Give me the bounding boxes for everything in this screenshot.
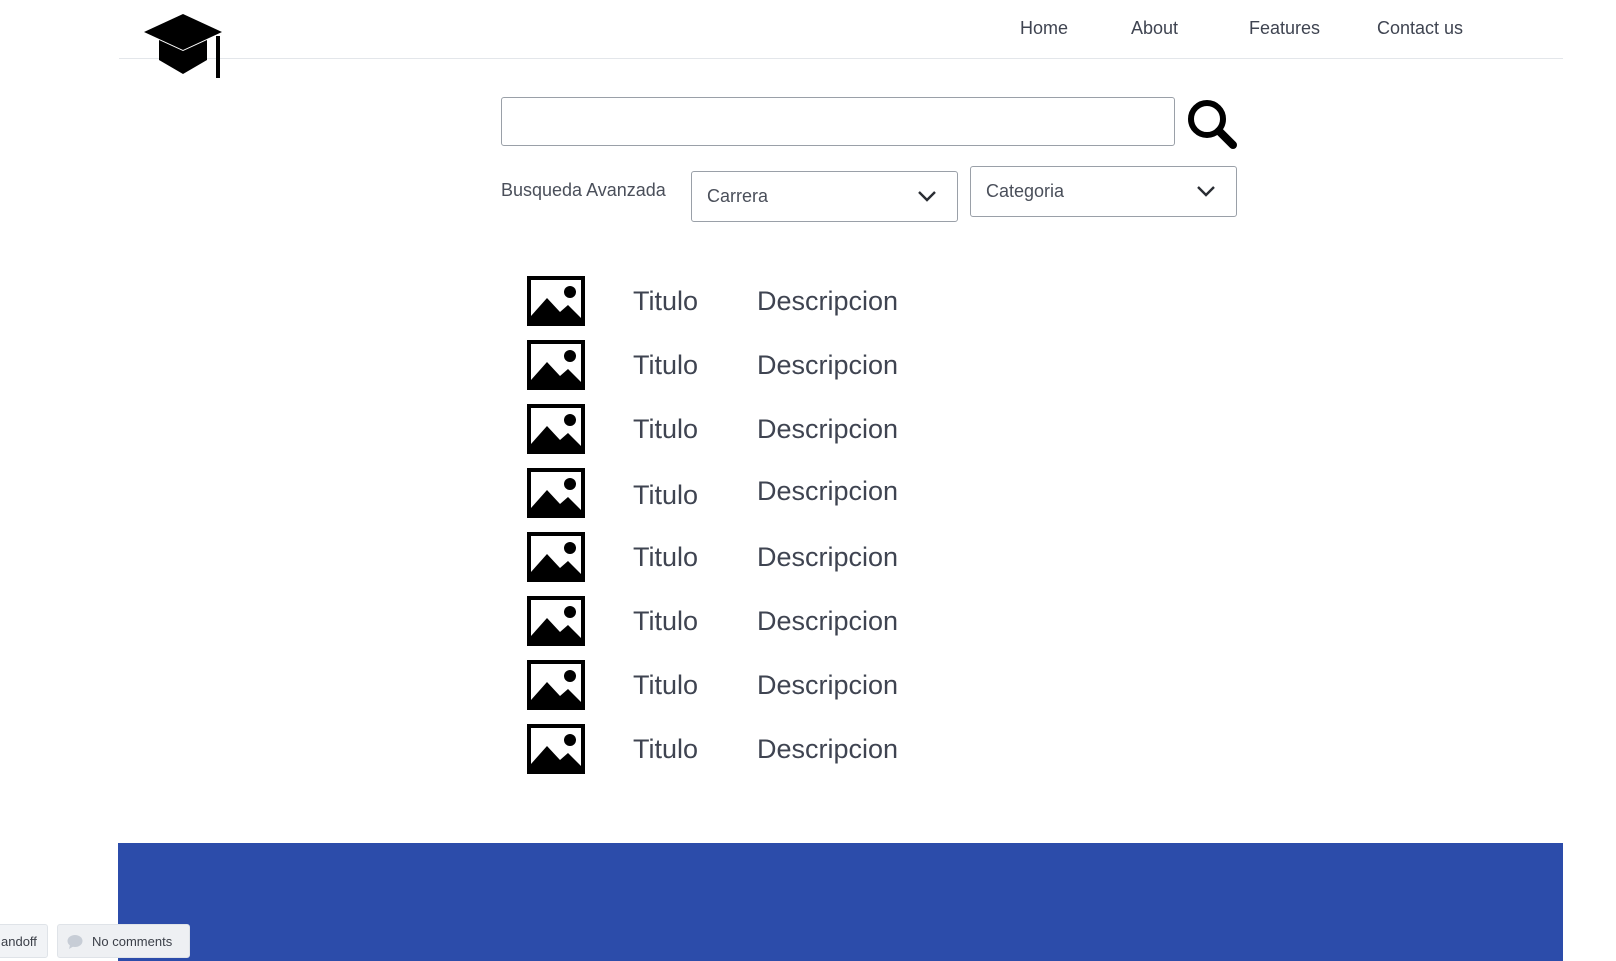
- result-title: Titulo: [633, 670, 699, 700]
- image-icon: [527, 404, 585, 454]
- result-title: Titulo: [633, 286, 699, 316]
- result-description: Descripcion: [757, 350, 899, 380]
- list-item[interactable]: Titulo Descripcion: [527, 724, 1027, 776]
- nav-about[interactable]: About: [1131, 18, 1178, 39]
- result-title: Titulo: [633, 542, 699, 572]
- carrera-select[interactable]: Carrera: [691, 171, 958, 222]
- footer: [118, 843, 1563, 961]
- list-item[interactable]: Titulo Descripcion: [527, 660, 1027, 712]
- result-description: Descripcion: [757, 734, 899, 764]
- result-title: Titulo: [633, 350, 699, 380]
- image-icon: [527, 596, 585, 646]
- list-item[interactable]: Titulo Descripcion: [527, 404, 1027, 456]
- search-icon: [1188, 100, 1237, 149]
- result-description: Descripcion: [757, 414, 899, 444]
- chevron-down-icon: [918, 191, 936, 202]
- list-item[interactable]: Titulo Descripcion: [527, 276, 1027, 328]
- result-description: Descripcion: [757, 286, 899, 316]
- page: Home About Features Contact us Busqueda …: [0, 0, 1616, 961]
- result-title: Titulo: [633, 414, 699, 444]
- image-icon: [527, 532, 585, 582]
- nav-home[interactable]: Home: [1020, 18, 1068, 39]
- main-nav: Home About Features Contact us: [119, 0, 1563, 58]
- comments-label: No comments: [92, 934, 173, 949]
- image-icon: [527, 340, 585, 390]
- result-title: Titulo: [633, 480, 699, 510]
- result-title: Titulo: [633, 734, 699, 764]
- nav-features[interactable]: Features: [1249, 18, 1320, 39]
- search-button[interactable]: [1186, 98, 1238, 150]
- result-title: Titulo: [633, 606, 699, 636]
- list-item[interactable]: Titulo Descripcion: [527, 596, 1027, 648]
- categoria-select-value: Categoria: [986, 181, 1065, 201]
- categoria-select[interactable]: Categoria: [970, 166, 1237, 217]
- result-description: Descripcion: [757, 670, 899, 700]
- handoff-button[interactable]: andoff: [0, 924, 48, 958]
- image-icon: [527, 660, 585, 710]
- search-input[interactable]: [501, 97, 1175, 146]
- handoff-label: andoff: [1, 934, 37, 949]
- result-description: Descripcion: [757, 476, 899, 506]
- advanced-search-label: Busqueda Avanzada: [501, 180, 666, 200]
- list-item[interactable]: Titulo Descripcion: [527, 340, 1027, 392]
- header: Home About Features Contact us: [119, 0, 1563, 78]
- image-icon: [527, 724, 585, 774]
- comment-bubble-icon: [67, 935, 83, 949]
- result-description: Descripcion: [757, 606, 899, 636]
- carrera-select-value: Carrera: [707, 186, 769, 206]
- list-item[interactable]: Titulo Descripcion: [527, 532, 1027, 584]
- nav-contact-us[interactable]: Contact us: [1377, 18, 1463, 39]
- list-item[interactable]: Titulo Descripcion: [527, 468, 1027, 520]
- chevron-down-icon: [1197, 186, 1215, 197]
- comments-button[interactable]: No comments: [57, 924, 190, 958]
- image-icon: [527, 276, 585, 326]
- image-icon: [527, 468, 585, 518]
- result-description: Descripcion: [757, 542, 899, 572]
